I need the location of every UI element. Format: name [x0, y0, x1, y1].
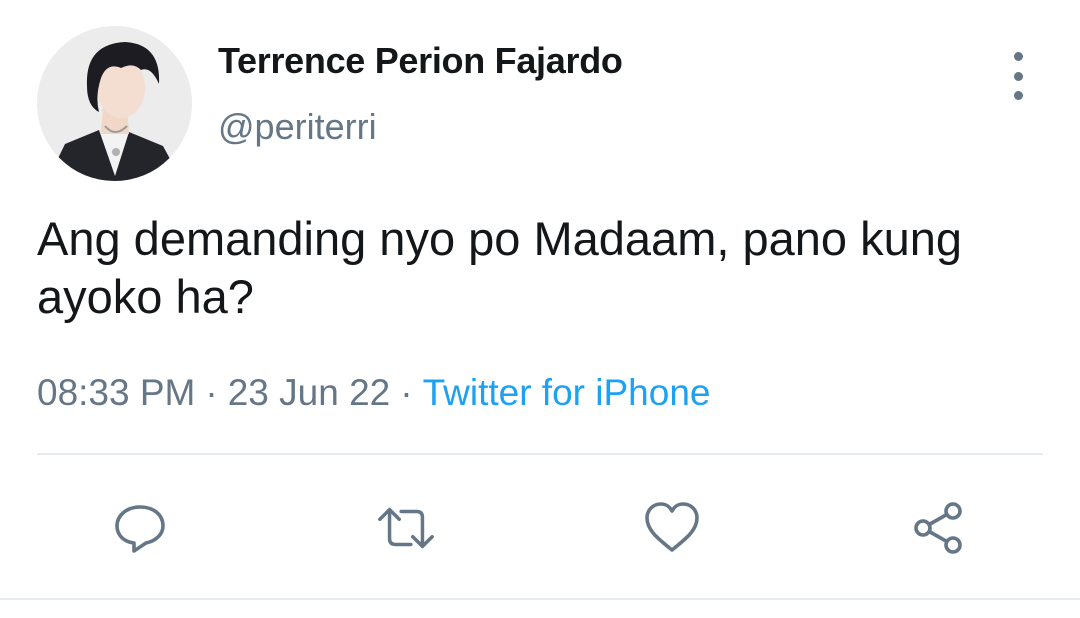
more-dot: [1013, 91, 1023, 100]
tweet-text: Ang demanding nyo po Madaam, pano kung a…: [37, 212, 962, 323]
tweet-meta: 08:33 PM · 23 Jun 22 · Twitter for iPhone: [37, 372, 710, 414]
display-name[interactable]: Terrence Perion Fajardo: [218, 40, 623, 82]
share-icon: [914, 502, 962, 554]
more-dot: [1013, 71, 1023, 81]
retweet-button[interactable]: [376, 498, 436, 558]
reply-icon: [115, 505, 165, 553]
avatar[interactable]: [37, 26, 192, 181]
share-button[interactable]: [908, 498, 968, 558]
meta-separator: ·: [205, 372, 218, 413]
like-button[interactable]: [642, 498, 702, 558]
tweet-time[interactable]: 08:33 PM: [37, 372, 195, 413]
meta-separator: ·: [400, 372, 413, 413]
like-icon: [645, 502, 699, 552]
more-options-button[interactable]: [1000, 52, 1036, 100]
avatar-photo: [37, 26, 192, 181]
tweet-detail: Terrence Perion Fajardo @periterri Ang d…: [0, 0, 1080, 618]
retweet-icon: [378, 507, 434, 549]
more-dot: [1013, 52, 1023, 61]
divider: [0, 598, 1080, 600]
reply-button[interactable]: [110, 498, 170, 558]
tweet-source-link[interactable]: Twitter for iPhone: [423, 372, 711, 413]
user-handle[interactable]: @periterri: [218, 106, 377, 148]
tweet-date[interactable]: 23 Jun 22: [228, 372, 391, 413]
divider: [37, 453, 1043, 455]
